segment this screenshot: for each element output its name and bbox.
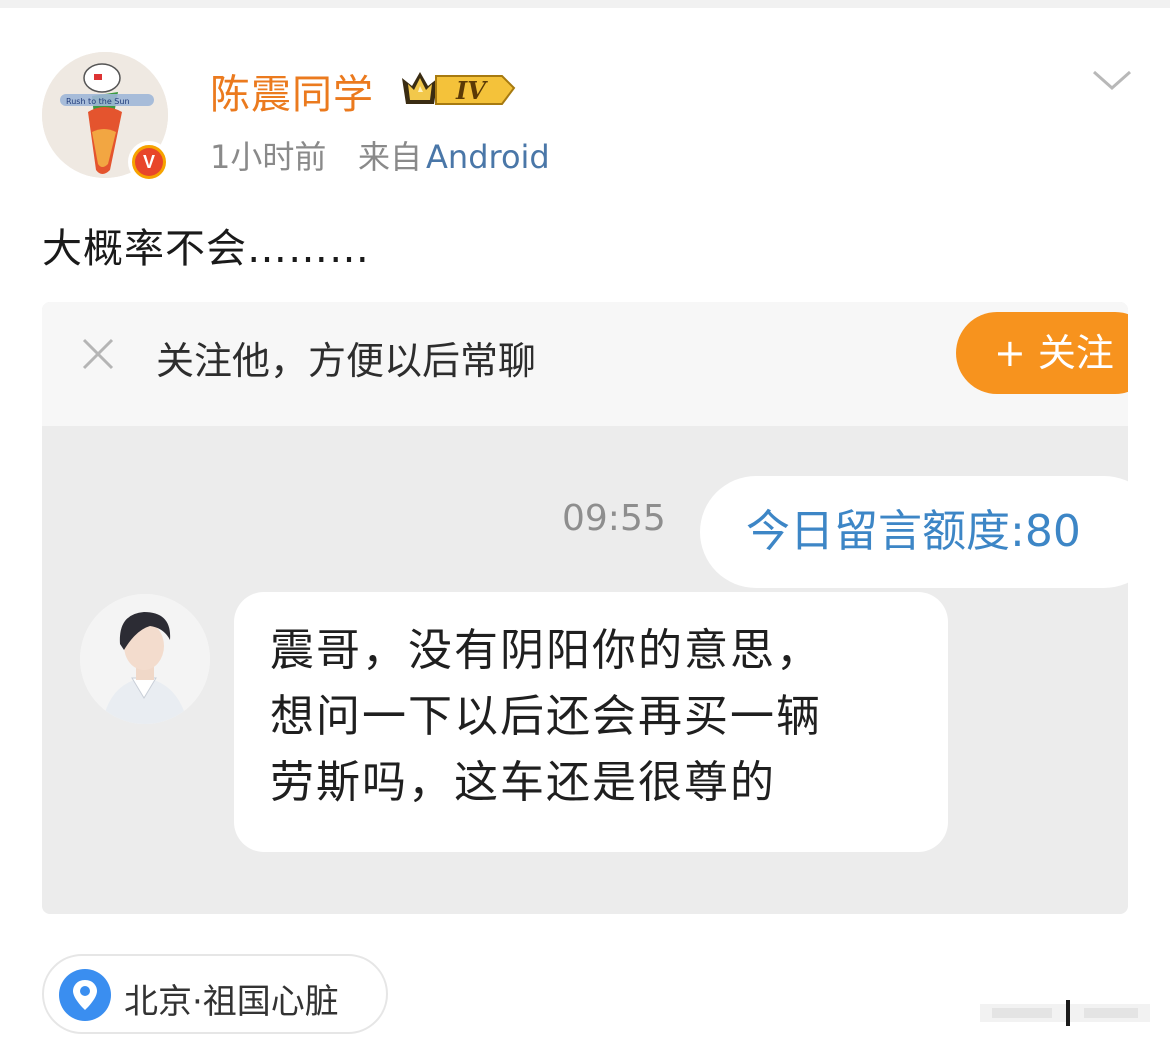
top-divider [0,0,1170,8]
embedded-chat-screenshot[interactable]: 关注他，方便以后常聊 + 关注 09:55 今日留言额度:80 震哥，没有阴阳你… [42,302,1128,914]
location-chip[interactable]: 北京·祖国心脏 [42,954,388,1034]
post-body-text: 大概率不会……… [42,226,370,272]
chat-area: 09:55 今日留言额度:80 震哥，没有阴阳你的意思， 想问一下以后还会再买一… [42,426,1128,914]
chevron-down-icon[interactable] [1090,64,1134,94]
verified-v-icon: V [135,148,163,176]
watermark-logo-icon [980,1000,1150,1026]
post-source: 来自 Android [358,132,550,178]
verified-badge: V [128,141,170,183]
location-pin-icon [59,969,111,1021]
follow-button[interactable]: + 关注 [956,312,1128,394]
close-icon[interactable] [78,334,118,374]
weibo-post-page: Rush to the Sun V 陈震同学 IV 1小时前 来自 Android… [0,0,1170,1056]
source-prefix: 来自 [358,138,423,176]
friend-avatar[interactable] [80,594,210,724]
level-text: IV [455,76,488,105]
sent-message-bubble: 今日留言额度:80 [700,476,1128,588]
crown-level-badge-icon: IV [402,72,516,105]
received-message-line: 震哥，没有阴阳你的意思， [270,625,822,676]
follow-suggestion-bar: 关注他，方便以后常聊 + 关注 [42,302,1128,426]
location-label: 北京·祖国心脏 [124,982,339,1022]
follow-prompt-text: 关注他，方便以后常聊 [156,339,537,383]
author-username[interactable]: 陈震同学 [210,62,374,120]
chat-timestamp: 09:55 [562,498,666,539]
received-message-line: 劳斯吗，这车还是很尊的 [270,757,776,808]
post-time: 1小时前 [210,138,327,176]
source-link[interactable]: Android [426,138,550,176]
avatar-logo-text: Rush to the Sun [66,97,130,106]
received-message-line: 想问一下以后还会再买一辆 [270,691,822,742]
received-message-bubble: 震哥，没有阴阳你的意思， 想问一下以后还会再买一辆 劳斯吗，这车还是很尊的 [234,592,948,852]
